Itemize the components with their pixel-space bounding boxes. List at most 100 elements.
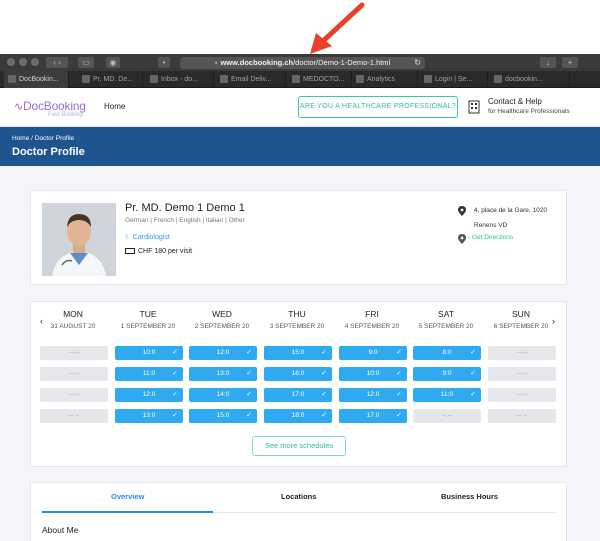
time-slot-available[interactable]: 17:0 ✓	[264, 388, 332, 402]
day-name: THU	[288, 309, 306, 319]
browser-tab[interactable]: Analytics	[352, 71, 418, 88]
time-slot-available[interactable]: 12:0 ✓	[115, 388, 183, 402]
time-slot-available[interactable]: 16:0 ✓	[264, 367, 332, 381]
profile-tabs-card: Overview Locations Business Hours About …	[30, 482, 567, 541]
directions-pin-icon	[458, 234, 466, 244]
time-slot-label: --:--	[68, 370, 80, 377]
day-date: 1 SEPTEMBER 20	[120, 323, 176, 330]
logo-text: DocBooking	[23, 99, 86, 113]
time-slot-available[interactable]: 9:0 ✓	[339, 346, 407, 360]
reload-icon[interactable]: ↻	[414, 57, 421, 69]
address-bar[interactable]: ▪ www.docbooking.ch/doctor/Demo-1-Demo-1.…	[180, 57, 425, 69]
get-directions-link[interactable]: - Get Directions	[468, 234, 513, 241]
time-slot-label: --:--	[516, 349, 528, 356]
browser-tab[interactable]: Inbox - do...	[146, 71, 214, 88]
day-date: 4 SEPTEMBER 20	[344, 323, 400, 330]
time-slot-label: 13:0	[142, 412, 156, 419]
browser-tab-label: Login | Se...	[435, 76, 473, 83]
minimize-window-icon[interactable]	[19, 58, 27, 66]
page-banner: Home / Doctor Profile Doctor Profile	[0, 127, 600, 166]
time-slot-available[interactable]: 11:0 ✓	[413, 388, 481, 402]
time-slot-available[interactable]: 8:0 ✓	[413, 346, 481, 360]
time-slot-unavailable: --:--	[488, 409, 556, 423]
about-me-heading: About Me	[42, 525, 79, 535]
time-slot-label: 13:0	[216, 370, 230, 377]
help-title[interactable]: Contact & Help	[488, 97, 542, 106]
breadcrumb-home[interactable]: Home	[12, 135, 29, 142]
time-slot-unavailable: --:--	[40, 367, 108, 381]
annotation-area	[0, 0, 600, 54]
time-slot-label: --:--	[516, 370, 528, 377]
time-slot-available[interactable]: 13:0 ✓	[189, 367, 257, 381]
time-slot-label: --:--	[68, 349, 80, 356]
new-tab-icon[interactable]: +	[562, 57, 578, 68]
check-icon: ✓	[321, 349, 327, 356]
tab-business-hours[interactable]: Business Hours	[441, 492, 498, 501]
day-header: TUE 1 SEPTEMBER 20	[111, 309, 185, 330]
time-slot-available[interactable]: 12:0 ✓	[189, 346, 257, 360]
building-icon	[468, 100, 480, 114]
time-slot-label: 8:0	[442, 349, 452, 356]
breadcrumb: Home / Doctor Profile	[12, 135, 74, 142]
favicon-icon	[424, 75, 432, 84]
active-tab-indicator	[42, 511, 213, 513]
browser-tab[interactable]: MEDOCTO...	[288, 71, 352, 88]
money-icon	[125, 248, 135, 255]
time-slot-available[interactable]: 14:0 ✓	[189, 388, 257, 402]
time-slot-available[interactable]: 9:0 ✓	[413, 367, 481, 381]
time-slot-available[interactable]: 13:0 ✓	[115, 409, 183, 423]
page-title: Doctor Profile	[12, 146, 85, 158]
time-slot-label: 11:0	[142, 370, 156, 377]
time-slot-available[interactable]: 10:0 ✓	[339, 367, 407, 381]
time-slot-label: --:--	[516, 412, 528, 419]
close-window-icon[interactable]	[7, 58, 15, 66]
time-slot-unavailable: --:--	[488, 346, 556, 360]
browser-tab[interactable]: Pr. MD. De...	[78, 71, 143, 88]
doctor-profile-card: Pr. MD. Demo 1 Demo 1 German | French | …	[30, 190, 567, 285]
breadcrumb-separator: /	[31, 135, 33, 142]
browser-tab[interactable]: DocBookin...	[4, 71, 69, 88]
time-slot-label: 12:0	[216, 349, 230, 356]
check-icon: ✓	[396, 391, 402, 398]
time-slot-available[interactable]: 17:0 ✓	[339, 409, 407, 423]
share-icon[interactable]: •	[158, 57, 170, 68]
time-slot-unavailable: --:--	[40, 409, 108, 423]
back-forward-icon[interactable]: ‹ ›	[46, 57, 68, 68]
doctor-specialty[interactable]: ⚕ Cardiologist	[125, 233, 170, 241]
browser-tab[interactable]: Email Deliv...	[216, 71, 286, 88]
location-pin-icon	[458, 206, 466, 216]
tab-locations[interactable]: Locations	[281, 492, 316, 501]
price-label: CHF 180 per visit	[138, 248, 193, 255]
check-icon: ✓	[172, 391, 178, 398]
time-slot-available[interactable]: 18:0 ✓	[264, 409, 332, 423]
sidebar-icon[interactable]: ▭	[78, 57, 94, 68]
logo[interactable]: ∿DocBooking Fast Booking	[14, 97, 86, 118]
day-name: WED	[212, 309, 232, 319]
help-subtitle: for Healthcare Professionals	[488, 108, 570, 115]
healthcare-professional-button[interactable]: ARE YOU A HEALTHCARE PROFESSIONAL?	[298, 96, 458, 118]
browser-tab-label: Pr. MD. De...	[93, 76, 134, 83]
lock-icon: ▪	[214, 58, 218, 67]
url-domain: www.docbooking.ch	[220, 58, 294, 67]
browser-tab[interactable]: docbookin...	[490, 71, 570, 88]
time-slot-available[interactable]: 11:0 ✓	[115, 367, 183, 381]
check-icon: ✓	[246, 391, 252, 398]
favicon-icon	[82, 75, 90, 84]
tab-overview[interactable]: Overview	[111, 492, 144, 501]
see-more-schedules-button[interactable]: See more schedules	[252, 436, 346, 456]
time-slot-available[interactable]: 12:0 ✓	[339, 388, 407, 402]
time-slot-label: --:--	[516, 391, 528, 398]
site-header: ∿DocBooking Fast Booking Home ARE YOU A …	[0, 88, 600, 127]
specialty-label: Cardiologist	[132, 234, 170, 241]
download-icon[interactable]: ↓	[540, 57, 556, 68]
day-name: FRI	[365, 309, 379, 319]
time-slot-available[interactable]: 10:0 ✓	[115, 346, 183, 360]
time-slot-available[interactable]: 15:0 ✓	[264, 346, 332, 360]
browser-tab-label: MEDOCTO...	[303, 76, 345, 83]
nav-home-link[interactable]: Home	[104, 102, 125, 111]
maximize-window-icon[interactable]	[31, 58, 39, 66]
time-slot-available[interactable]: 15:0 ✓	[189, 409, 257, 423]
browser-tab-label: Email Deliv...	[231, 76, 272, 83]
browser-tab[interactable]: Login | Se...	[420, 71, 488, 88]
extension-icon[interactable]: ◉	[106, 57, 120, 68]
